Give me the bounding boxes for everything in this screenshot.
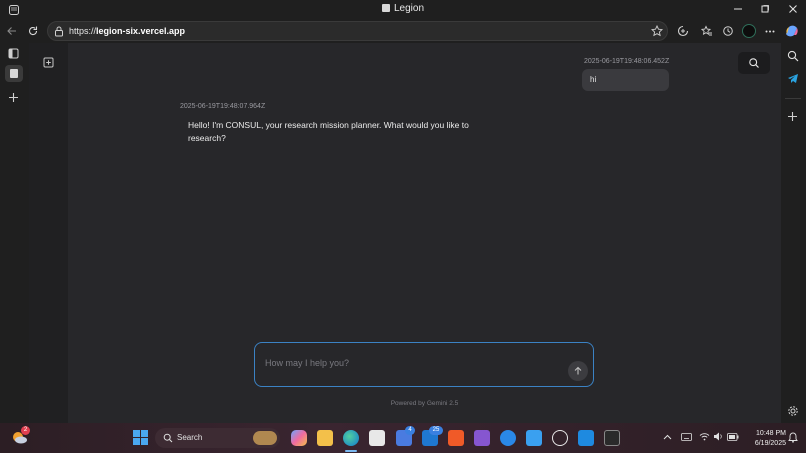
chat-area: 2025-06-19T19:48:06.452Z hi 2025-06-19T1…: [68, 43, 781, 423]
search-button[interactable]: [738, 52, 770, 74]
powered-by-footer: Powered by Gemini 2.5: [390, 400, 459, 407]
more-menu-icon[interactable]: [765, 30, 775, 33]
vscode-icon[interactable]: [578, 430, 594, 446]
search-icon: [163, 433, 173, 443]
web-page: 2025-06-19T19:48:06.452Z hi 2025-06-19T1…: [29, 43, 781, 423]
browser-toolbar: https://legion-six.vercel.app: [0, 19, 806, 43]
search-highlight-icon: [253, 431, 277, 445]
site-favicon-icon: [10, 69, 18, 78]
taskbar-search-label: Search: [177, 433, 203, 442]
keyboard-icon[interactable]: [681, 433, 692, 441]
new-chat-icon[interactable]: [43, 57, 54, 68]
weather-widget-icon[interactable]: 2: [11, 426, 30, 445]
message-input[interactable]: [265, 355, 555, 371]
vertical-tabs-bar: [0, 43, 29, 423]
favorite-star-icon[interactable]: [651, 25, 663, 37]
profile-avatar[interactable]: [742, 24, 756, 38]
app-sidebar: [29, 43, 68, 423]
chevron-up-icon[interactable]: [663, 434, 672, 440]
address-bar[interactable]: https://legion-six.vercel.app: [47, 21, 668, 41]
active-app-indicator: [345, 450, 357, 452]
notifications-bell-icon[interactable]: [788, 432, 798, 443]
site-favicon-icon: [381, 4, 390, 12]
lock-icon[interactable]: [54, 26, 64, 37]
assistant-message: Hello! I'm CONSUL, your research mission…: [188, 120, 469, 143]
refresh-button[interactable]: [27, 25, 39, 37]
minimize-button[interactable]: [733, 4, 743, 14]
terminal-icon[interactable]: [604, 430, 620, 446]
chatgpt-icon[interactable]: [552, 430, 568, 446]
clock-time: 10:48 PM: [756, 430, 786, 437]
taskbar-search[interactable]: Search: [155, 428, 280, 448]
file-explorer-icon[interactable]: [317, 430, 333, 446]
message-timestamp: 2025-06-19T19:48:07.964Z: [180, 103, 266, 110]
user-message-bubble: hi: [582, 69, 669, 91]
history-icon[interactable]: [722, 25, 734, 37]
tab-legion[interactable]: [5, 65, 23, 82]
favorites-icon[interactable]: [701, 25, 713, 37]
close-window-button[interactable]: [788, 4, 798, 14]
volume-icon[interactable]: [713, 432, 723, 441]
back-button[interactable]: [6, 25, 18, 37]
telegram-icon[interactable]: [787, 73, 799, 84]
edge-browser-icon[interactable]: [343, 430, 359, 446]
battery-icon[interactable]: [727, 433, 739, 441]
app-store-icon[interactable]: [500, 430, 516, 446]
edge-sidebar: [781, 43, 806, 423]
notification-badge: 25: [429, 426, 443, 435]
window-title: Legion: [0, 3, 806, 14]
search-icon: [748, 57, 760, 69]
system-clock[interactable]: 10:48 PM 6/19/2025: [744, 429, 786, 449]
new-tab-button[interactable]: [8, 92, 19, 103]
notification-badge: 4: [405, 426, 415, 435]
wifi-icon[interactable]: [699, 432, 710, 441]
maximize-button[interactable]: [760, 4, 770, 14]
tab-actions-icon[interactable]: [8, 48, 19, 59]
sidebar-settings-icon[interactable]: [787, 405, 799, 417]
divider: [785, 98, 801, 99]
teams-icon[interactable]: 4: [396, 426, 415, 446]
start-button[interactable]: [133, 430, 148, 445]
brave-browser-icon[interactable]: [448, 430, 464, 446]
extensions-icon[interactable]: [677, 25, 689, 37]
outlook-icon[interactable]: 25: [422, 426, 443, 446]
copilot-app-icon[interactable]: [291, 430, 307, 446]
chat-input-box[interactable]: [254, 342, 594, 387]
snipping-tool-icon[interactable]: [526, 430, 542, 446]
url-text: https://legion-six.vercel.app: [69, 26, 186, 36]
visual-studio-icon[interactable]: [474, 430, 490, 446]
windows-taskbar: 2 Search 4 25 10:48 PM 6/19/2025: [0, 423, 806, 453]
message-timestamp: 2025-06-19T19:48:06.452Z: [584, 58, 670, 65]
arrow-up-icon: [573, 366, 583, 376]
notification-badge: 2: [21, 426, 30, 435]
microsoft-store-icon[interactable]: [369, 430, 385, 446]
window-title-bar: Legion: [0, 0, 806, 19]
search-icon[interactable]: [787, 50, 799, 62]
add-sidebar-app-icon[interactable]: [787, 111, 798, 122]
copilot-icon[interactable]: [786, 24, 800, 38]
clock-date: 6/19/2025: [754, 440, 786, 447]
send-button[interactable]: [568, 361, 588, 381]
